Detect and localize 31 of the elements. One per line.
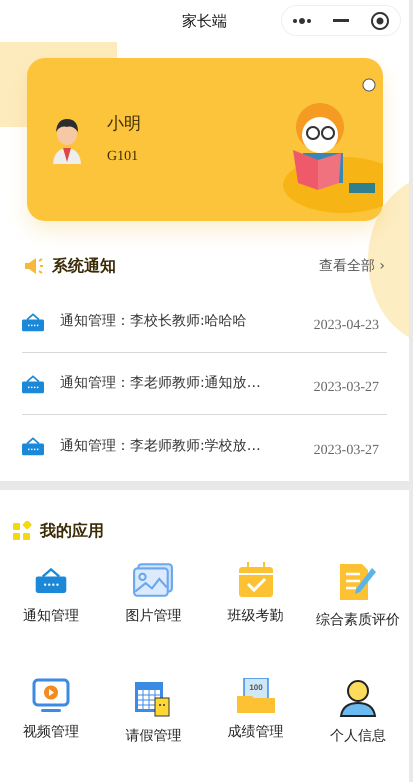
person-icon[interactable] [338, 678, 378, 718]
notice-date: 2023-03-27 [314, 442, 379, 460]
app-label[interactable]: 视频管理 [23, 722, 80, 743]
notice-title[interactable]: 通知管理：李校长教师:哈哈哈 [60, 311, 247, 332]
calendar-check-icon[interactable] [238, 562, 274, 598]
notice-title[interactable]: 通知管理：李老师教师:学校放… [60, 436, 261, 456]
app-label[interactable]: 通知管理 [23, 606, 80, 627]
speaker-icon [24, 257, 44, 275]
notice-board-icon [22, 436, 44, 456]
notice-title[interactable]: 通知管理：李老师教师:通知放… [60, 373, 261, 394]
notice-board-icon [22, 312, 44, 332]
window-title: 家长端 [182, 10, 227, 32]
close-icon[interactable] [370, 10, 390, 30]
notice-date: 2023-03-27 [314, 379, 379, 397]
notice-date: 2023-04-23 [314, 317, 379, 335]
apps-icon [12, 521, 32, 541]
section-title: 系统通知 [52, 255, 116, 277]
minimize-icon[interactable] [332, 19, 349, 22]
view-all-link[interactable]: 查看全部 › [318, 256, 385, 276]
app-label[interactable]: 个人信息 [330, 726, 386, 747]
app-label[interactable]: 班级考勤 [228, 606, 284, 627]
app-label[interactable]: 请假管理 [125, 726, 182, 747]
app-label[interactable]: 图片管理 [125, 606, 182, 627]
video-play-icon[interactable] [32, 678, 70, 714]
class-code: G101 [107, 148, 140, 166]
student-name: 小明 [107, 113, 141, 136]
notice-board-icon [22, 374, 44, 394]
app-label[interactable]: 综合素质评价 [316, 610, 400, 631]
app-label[interactable]: 成绩管理 [228, 722, 284, 743]
section-title: 我的应用 [40, 520, 104, 542]
more-icon[interactable] [292, 18, 312, 24]
